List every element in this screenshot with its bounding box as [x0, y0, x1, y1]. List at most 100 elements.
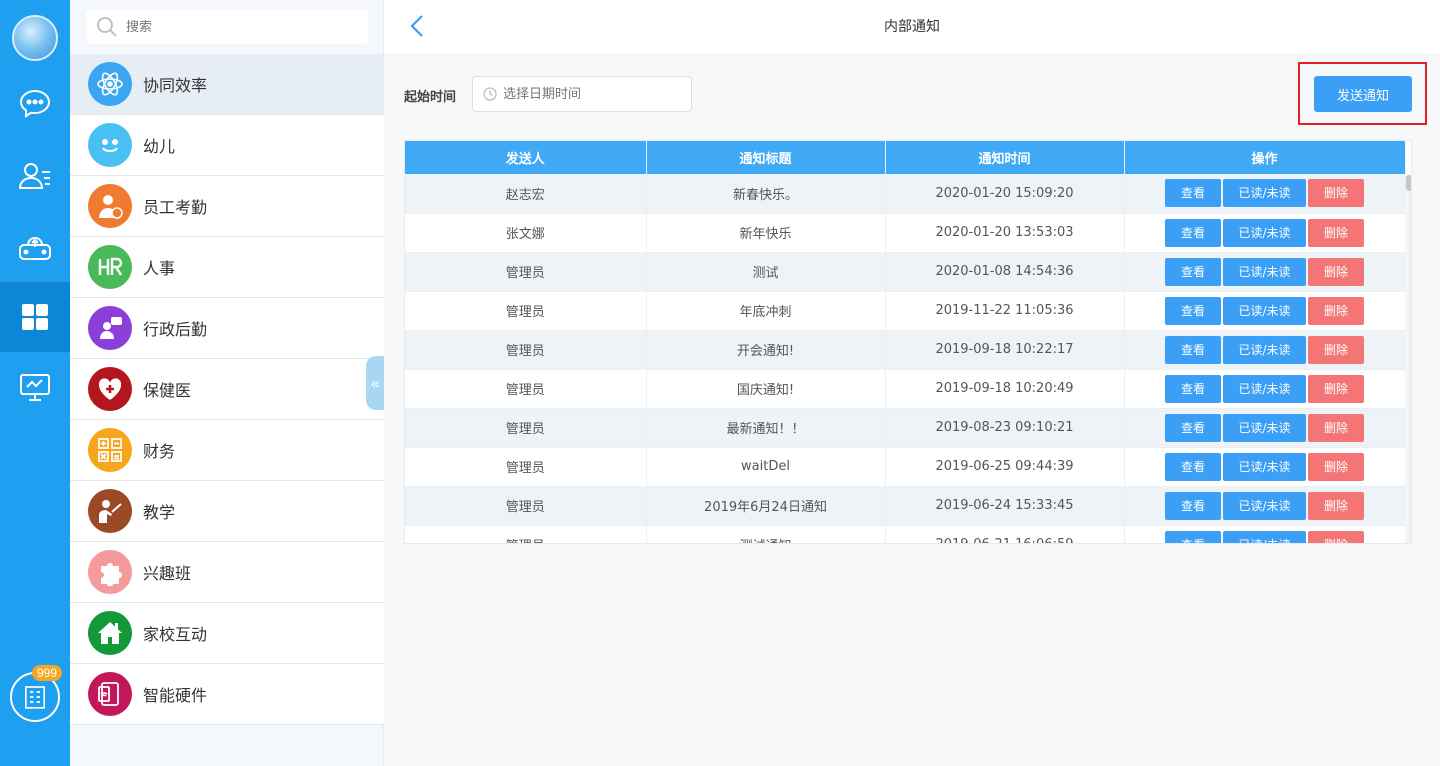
- column-title: 通知标题: [646, 141, 886, 174]
- sidebar-item-label: 行政后勤: [143, 320, 208, 339]
- send-notice-button[interactable]: 发送通知: [1314, 76, 1412, 112]
- view-button[interactable]: 查看: [1165, 335, 1221, 364]
- search-box[interactable]: [86, 10, 368, 44]
- house-icon: [88, 611, 132, 655]
- chat-icon[interactable]: [0, 68, 70, 138]
- sidebar-item-label: 员工考勤: [143, 198, 208, 217]
- toggle-read-button[interactable]: 已读/未读: [1223, 257, 1306, 286]
- module-list: 协同效率幼儿员工考勤人事行政后勤保健医财务教学兴趣班家校互动智能硬件: [70, 54, 384, 725]
- sidebar-item-7[interactable]: 财务: [70, 420, 384, 481]
- sidebar-item-10[interactable]: 家校互动: [70, 603, 384, 664]
- table-row: 管理员测试通知2019-06-21 16:06:59查看已读/未读删除: [405, 525, 1406, 543]
- toggle-read-button[interactable]: 已读/未读: [1223, 530, 1306, 543]
- collapse-sidebar-icon[interactable]: «: [366, 356, 384, 410]
- delete-button[interactable]: 删除: [1308, 257, 1364, 286]
- sidebar-item-label: 教学: [143, 503, 176, 522]
- delete-button[interactable]: 删除: [1308, 179, 1364, 208]
- send-button-highlight: 发送通知: [1298, 62, 1427, 125]
- cell-time: 2019-06-24 15:33:45: [885, 486, 1125, 526]
- toggle-read-button[interactable]: 已读/未读: [1223, 335, 1306, 364]
- scrollbar-thumb[interactable]: [1406, 175, 1411, 191]
- sidebar-item-1[interactable]: 协同效率: [70, 54, 384, 115]
- sidebar-item-2[interactable]: 幼儿: [70, 115, 384, 176]
- cell-sender: 赵志宏: [405, 174, 647, 214]
- cell-title: 2019年6月24日通知: [646, 486, 886, 526]
- delete-button[interactable]: 删除: [1308, 335, 1364, 364]
- cell-time: 2019-09-18 10:22:17: [885, 330, 1125, 370]
- toggle-read-button[interactable]: 已读/未读: [1223, 218, 1306, 247]
- sidebar-item-8[interactable]: 教学: [70, 481, 384, 542]
- sidebar-item-5[interactable]: 行政后勤: [70, 298, 384, 359]
- toggle-read-button[interactable]: 已读/未读: [1223, 374, 1306, 403]
- toggle-read-button[interactable]: 已读/未读: [1223, 179, 1306, 208]
- cell-title: 测试: [646, 252, 886, 292]
- table-row: 赵志宏 新春快乐。 2020-01-20 15:09:20 查看 已读/未读 删除: [405, 174, 1406, 214]
- sidebar-item-label: 兴趣班: [143, 564, 192, 583]
- view-button[interactable]: 查看: [1165, 491, 1221, 520]
- cloud-drive-icon[interactable]: [0, 212, 70, 282]
- table-row: 管理员 waitDel 2019-06-25 09:44:39 查看 已读/未读 删除: [405, 447, 1406, 487]
- cell-sender: 管理员: [405, 525, 647, 543]
- cell-time: 2020-01-20 15:09:20: [885, 174, 1125, 214]
- icon-rail: 999: [0, 0, 70, 766]
- toggle-read-button[interactable]: 已读/未读: [1223, 296, 1306, 325]
- cell-actions: 查看已读/未读删除: [1124, 369, 1406, 409]
- delete-button[interactable]: 删除: [1308, 218, 1364, 247]
- delete-button[interactable]: 删除: [1308, 452, 1364, 481]
- cell-sender: 管理员: [405, 408, 647, 448]
- cell-time: 2020-01-20 13:53:03: [885, 213, 1125, 253]
- page-title: 内部通知: [884, 19, 940, 35]
- view-button[interactable]: 查看: [1165, 296, 1221, 325]
- view-button[interactable]: 查看: [1165, 413, 1221, 442]
- cell-sender: 管理员: [405, 330, 647, 370]
- contacts-icon[interactable]: [0, 141, 70, 211]
- view-button[interactable]: 查看: [1165, 218, 1221, 247]
- table-row: 管理员 2019年6月24日通知 2019-06-24 15:33:45 查看 已读/未…: [405, 486, 1406, 526]
- view-button[interactable]: 查看: [1165, 530, 1221, 543]
- sidebar-item-label: 保健医: [143, 381, 192, 400]
- toggle-read-button[interactable]: 已读/未读: [1223, 491, 1306, 520]
- delete-button[interactable]: 删除: [1308, 530, 1364, 543]
- cell-time: 2020-01-08 14:54:36: [885, 252, 1125, 292]
- user-avatar[interactable]: [12, 15, 58, 61]
- date-picker[interactable]: [472, 76, 692, 112]
- sidebar-item-11[interactable]: 智能硬件: [70, 664, 384, 725]
- admin-chat-icon: [88, 306, 132, 350]
- sidebar-item-label: 智能硬件: [143, 686, 208, 705]
- cell-actions: 查看已读/未读删除: [1124, 330, 1406, 370]
- delete-button[interactable]: 删除: [1308, 413, 1364, 442]
- cell-actions: 查看已读/未读删除: [1124, 252, 1406, 292]
- monitor-icon[interactable]: [0, 352, 70, 422]
- delete-button[interactable]: 删除: [1308, 491, 1364, 520]
- toggle-read-button[interactable]: 已读/未读: [1223, 413, 1306, 442]
- delete-button[interactable]: 删除: [1308, 296, 1364, 325]
- cell-actions: 查看已读/未读删除: [1124, 213, 1406, 253]
- sidebar-item-3[interactable]: 员工考勤: [70, 176, 384, 237]
- sidebar-item-label: 幼儿: [143, 137, 176, 156]
- scrollbar-track[interactable]: [1407, 174, 1411, 543]
- date-time-input[interactable]: [503, 86, 683, 102]
- table-row: 管理员 最新通知！！ 2019-08-23 09:10:21 查看 已读/未读 删除: [405, 408, 1406, 448]
- apps-grid-icon[interactable]: [0, 282, 70, 352]
- delete-button[interactable]: 删除: [1308, 374, 1364, 403]
- toggle-read-button[interactable]: 已读/未读: [1223, 452, 1306, 481]
- view-button[interactable]: 查看: [1165, 374, 1221, 403]
- cell-sender: 管理员: [405, 486, 647, 526]
- sidebar-item-6[interactable]: 保健医: [70, 359, 384, 420]
- cell-title: 测试通知: [646, 525, 886, 543]
- sidebar-item-9[interactable]: 兴趣班: [70, 542, 384, 603]
- cell-title: 开会通知!: [646, 330, 886, 370]
- sidebar-item-4[interactable]: 人事: [70, 237, 384, 298]
- cell-actions: 查看已读/未读删除: [1124, 525, 1406, 543]
- cell-actions: 查看已读/未读删除: [1124, 486, 1406, 526]
- view-button[interactable]: 查看: [1165, 257, 1221, 286]
- cell-sender: 管理员: [405, 291, 647, 331]
- puzzle-icon: [88, 550, 132, 594]
- smiley-icon: [88, 123, 132, 167]
- search-input[interactable]: [126, 19, 346, 35]
- column-actions: 操作: [1124, 141, 1406, 174]
- cell-sender: 管理员: [405, 447, 647, 487]
- cell-time: 2019-06-25 09:44:39: [885, 447, 1125, 487]
- view-button[interactable]: 查看: [1165, 179, 1221, 208]
- view-button[interactable]: 查看: [1165, 452, 1221, 481]
